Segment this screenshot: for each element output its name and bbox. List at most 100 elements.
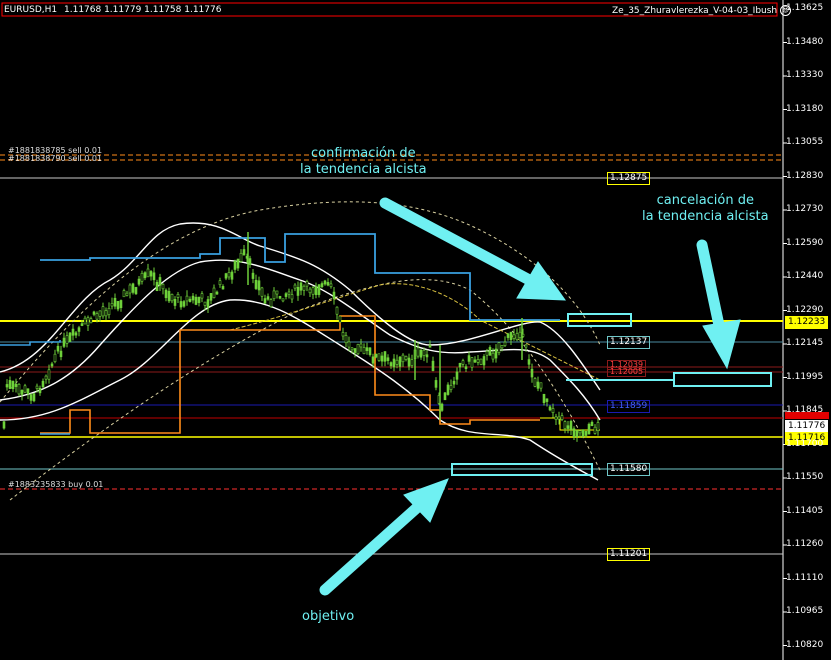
candle-body [464, 366, 468, 369]
price-label-112875: 1.12875 [607, 172, 651, 185]
candle-body [446, 384, 450, 395]
candle-body [188, 298, 192, 302]
candle-body [440, 403, 444, 411]
candle-body [158, 277, 162, 286]
chart-window[interactable]: EURUSD,H1 1.11768 1.11779 1.11758 1.1177… [0, 0, 831, 660]
symbol-header: EURUSD,H1 1.11768 1.11779 1.11758 1.1177… [4, 5, 221, 15]
candle-body [14, 383, 18, 387]
candle-body [242, 249, 246, 256]
candle-body [29, 394, 33, 401]
candle-body [503, 341, 507, 346]
candle-body [305, 281, 309, 287]
candle-body [590, 421, 594, 427]
candle-body [359, 343, 363, 348]
candle-body [383, 351, 387, 362]
candle-body [434, 380, 438, 388]
candle-body [452, 380, 456, 385]
candle-body [206, 299, 210, 308]
candle-body [248, 258, 252, 265]
candle-body [401, 354, 405, 363]
candle-body [482, 356, 486, 366]
candle-body [293, 284, 297, 289]
candle-body [203, 301, 207, 306]
candle-body [149, 271, 153, 277]
candle-body [356, 344, 360, 355]
candle-body [533, 378, 537, 387]
candle-body [38, 387, 42, 394]
candle-body [308, 288, 312, 294]
candle-body [557, 416, 561, 420]
candle-body [551, 408, 555, 413]
candle-body [95, 313, 99, 320]
candle-body [128, 284, 132, 294]
candle-body [443, 392, 447, 401]
candle-body [101, 306, 105, 317]
axis-tick-label: 1.12590 [786, 237, 824, 248]
candle-body [377, 353, 381, 361]
axis-tick-label: 1.13180 [786, 103, 824, 114]
candle-body [335, 306, 339, 315]
candle-body [86, 317, 90, 326]
candle-body [320, 283, 324, 288]
candle-body [125, 292, 129, 296]
candle-body [365, 347, 369, 352]
candle-body [593, 426, 597, 434]
candle-body [20, 389, 24, 395]
target-annotation: objetivo [302, 609, 355, 624]
candle-body [569, 420, 573, 430]
candle-body [458, 363, 462, 368]
confirmation-line-1: confirmación de [310, 146, 416, 161]
price-label-112005: 1.12005 [607, 367, 647, 377]
axis-tick-label: 1.13055 [786, 137, 824, 147]
candle-body [560, 415, 564, 420]
price-chart[interactable] [0, 0, 831, 660]
candle-body [287, 291, 291, 295]
candle-body [239, 252, 243, 262]
candle-body [575, 430, 579, 437]
candle-body [347, 341, 351, 348]
candle-body [167, 290, 171, 302]
candle-body [416, 347, 420, 357]
order-tag-3[interactable]: #1883235833 buy 0.01 [8, 480, 103, 489]
candle-body [119, 300, 123, 309]
price-label-111580: 1.11580 [607, 463, 651, 476]
candle-body [254, 279, 258, 289]
plot-area [0, 0, 783, 660]
candle-body [233, 260, 237, 270]
candle-body [221, 286, 225, 290]
cancellation-line-1: cancelación de [656, 193, 754, 208]
candle-body [32, 393, 36, 402]
candle-body [596, 422, 600, 431]
candle-body [191, 295, 195, 301]
candle-body [83, 317, 87, 325]
candle-body [473, 359, 477, 363]
candle-body [506, 333, 510, 338]
candle-body [311, 287, 315, 295]
axis-tick-label: 1.13330 [786, 70, 824, 80]
candle-body [80, 323, 84, 326]
candle-body [98, 310, 102, 317]
candle-body [77, 327, 81, 332]
candle-body [536, 381, 540, 389]
candle-body [8, 380, 12, 389]
candle-body [422, 349, 426, 356]
axis-tick-label: 1.12830 [786, 170, 824, 181]
candle-body [302, 285, 306, 291]
candle-body [419, 349, 423, 358]
candle-body [197, 296, 201, 304]
order-tag-2[interactable]: #1881838790 sell 0.01 [8, 154, 102, 163]
indicator-label[interactable]: Ze_35_Zhuravlerezka_V-04-03_Ibush ☺ [612, 5, 792, 16]
candle-body [41, 380, 45, 388]
candle-body [113, 297, 117, 307]
candle-body [5, 384, 9, 388]
candle-body [374, 353, 378, 358]
candle-body [548, 406, 552, 411]
candle-body [107, 308, 111, 315]
cancellation-annotation: cancelación de la tendencia alcista [642, 193, 769, 225]
candle-body [323, 280, 327, 285]
candle-body [266, 296, 270, 300]
confirmation-line-2: la tendencia alcista [300, 162, 427, 177]
axis-tick-label: 1.11405 [786, 505, 824, 516]
candle-body [344, 335, 348, 344]
candle-body [338, 315, 342, 323]
